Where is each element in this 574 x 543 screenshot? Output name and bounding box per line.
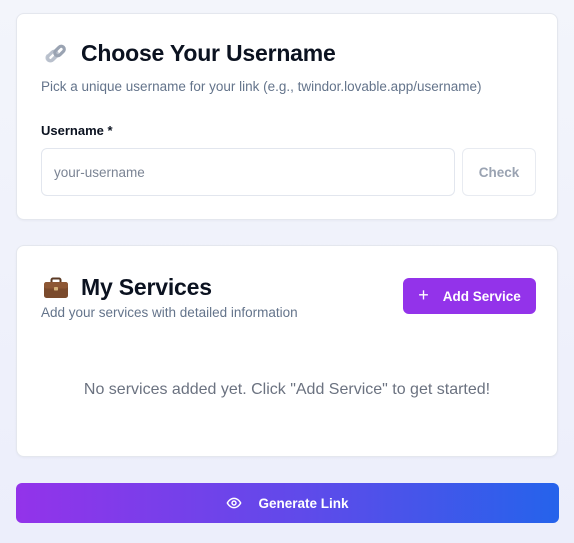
services-card-title: My Services (81, 274, 212, 300)
services-empty-message: No services added yet. Click "Add Servic… (83, 381, 491, 398)
generate-link-label: Generate Link (258, 495, 349, 511)
add-service-button[interactable]: + Add Service (403, 278, 536, 314)
username-card: Choose Your Username Pick a unique usern… (16, 13, 558, 220)
link-icon (43, 41, 69, 67)
add-service-label: Add Service (442, 288, 521, 304)
services-card-header: My Services (43, 274, 212, 301)
username-field-label: Username * (41, 123, 113, 138)
check-username-button[interactable]: Check (462, 148, 536, 196)
services-card-subtitle: Add your services with detailed informat… (41, 305, 298, 320)
username-input[interactable] (41, 148, 455, 196)
username-card-header: Choose Your Username (43, 40, 336, 67)
username-card-subtitle: Pick a unique username for your link (e.… (41, 79, 482, 94)
eye-icon (226, 495, 242, 511)
plus-icon: + (418, 285, 429, 305)
username-card-title: Choose Your Username (81, 40, 336, 66)
page: Choose Your Username Pick a unique usern… (0, 0, 574, 543)
generate-link-button[interactable]: Generate Link (16, 483, 559, 523)
services-card: My Services Add your services with detai… (16, 245, 558, 457)
briefcase-icon (43, 275, 69, 301)
